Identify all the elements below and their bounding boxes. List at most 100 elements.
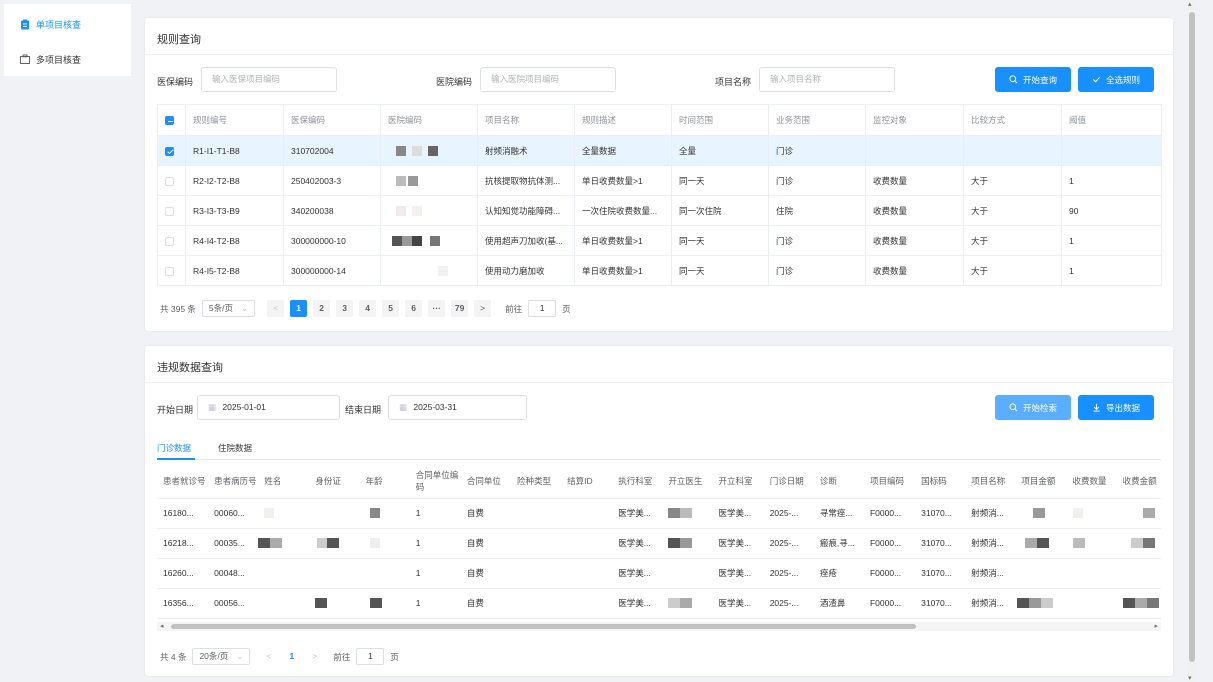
goto-page-input[interactable]: 1 (528, 300, 557, 317)
sidebar-item-multi-project[interactable]: 多项目核查 (20, 53, 81, 66)
insurance-code-input[interactable]: 输入医保项目编码 (201, 67, 337, 92)
column-header: 项目名称 (477, 104, 575, 136)
table-row[interactable]: R2-I2-T2-B8 250402003-3 抗核提取物抗体测... 单日收费… (157, 165, 1162, 196)
tab-outpatient[interactable]: 门诊数据 (157, 442, 191, 454)
redacted-block (1146, 598, 1159, 609)
next-page-button[interactable]: > (306, 648, 323, 665)
column-header: 规则编号 (185, 104, 284, 136)
row-checkbox[interactable] (165, 146, 174, 156)
table-row[interactable]: R1-I1-T1-B8 310702004 射频消融术 全量数据 全量 门诊 (157, 135, 1162, 166)
age-cell (359, 588, 410, 619)
horizontal-scroll-thumb[interactable] (171, 624, 916, 629)
charge-amount-cell (1116, 558, 1161, 589)
horizontal-scrollbar[interactable]: ◂ ▸ (157, 622, 1161, 631)
scroll-left-icon[interactable]: ◂ (160, 622, 164, 630)
row-checkbox-cell[interactable] (157, 135, 186, 166)
page-button[interactable]: 3 (336, 300, 354, 317)
vertical-scrollbar[interactable]: ▴ ▾ (1187, 0, 1197, 682)
search-icon (1009, 75, 1018, 84)
id-card-cell (309, 528, 360, 559)
record-no-cell: 00060... (208, 498, 259, 529)
redacted-block (327, 538, 340, 549)
diagnosis-cell: 瘢痕,寻... (813, 528, 864, 559)
violation-pagination: 共 4 条 20条/页 ⌄ < 1 > 前往 1 页 (160, 648, 399, 665)
page-size-select[interactable]: 20条/页 ⌄ (192, 648, 251, 665)
time-range-cell: 同一天 (671, 165, 769, 196)
row-checkbox[interactable] (165, 236, 174, 246)
page-button[interactable]: 79 (451, 300, 469, 317)
scroll-right-icon[interactable]: ▸ (1154, 622, 1158, 630)
page-button[interactable]: 4 (359, 300, 377, 317)
page-button[interactable]: 6 (405, 300, 423, 317)
page-button[interactable]: 2 (313, 300, 331, 317)
export-data-label: 导出数据 (1105, 402, 1140, 413)
end-date-input[interactable]: ▦ 2025-03-31 (388, 395, 527, 420)
page-button[interactable]: 5 (382, 300, 400, 317)
doctor-cell (662, 498, 713, 529)
column-header: 项目名称 (965, 464, 1016, 499)
export-data-button[interactable]: 导出数据 (1078, 395, 1154, 420)
open-dept-cell: 医学美... (712, 588, 764, 619)
chevron-down-icon: ⌄ (241, 303, 249, 313)
scroll-up-icon[interactable]: ▴ (1188, 0, 1192, 8)
project-name-input[interactable]: 输入项目名称 (759, 67, 895, 92)
start-query-button[interactable]: 开始查询 (995, 67, 1071, 92)
redacted-block (430, 235, 440, 246)
data-tabs: 门诊数据 住院数据 (157, 438, 1161, 460)
rule-id-cell: R4-I5-T2-B8 (185, 255, 284, 286)
table-row[interactable]: R4-I4-T2-B8 300000000-10 使用超声刀加收(基... 单日… (157, 225, 1162, 256)
table-row[interactable]: 16356... 00056... 1 自费 医学美... 医学美... 202… (157, 588, 1161, 619)
row-checkbox-cell[interactable] (157, 195, 186, 226)
rule-table: 规则编号 医保编码 医院编码 项目名称 规则描述 时间范围 业务范围 监控对象 … (157, 104, 1162, 286)
page-button[interactable]: 1 (290, 300, 308, 317)
next-page-button[interactable]: > (474, 300, 492, 317)
table-row[interactable]: 16218... 00035... 1 自费 医学美... 医学美... 202… (157, 528, 1161, 559)
insurance-code-cell: 250402003-3 (283, 165, 381, 196)
redacted-block (412, 145, 422, 156)
column-header: 收费数量 (1066, 464, 1117, 499)
page-button[interactable]: 1 (283, 648, 300, 665)
row-checkbox[interactable] (165, 266, 174, 276)
vertical-scroll-thumb[interactable] (1189, 12, 1195, 662)
contract-unit-cell: 自费 (460, 528, 511, 559)
settlement-id-cell (561, 528, 613, 559)
goto-page-input[interactable]: 1 (356, 648, 385, 665)
redacted-block (428, 145, 438, 156)
item-amount-cell (1015, 558, 1067, 589)
redacted-block (680, 598, 693, 609)
business-scope-cell: 住院 (768, 195, 866, 226)
page-ellipsis-button[interactable]: ··· (428, 300, 446, 317)
table-row[interactable]: R3-I3-T3-B9 340200038 认知知觉功能障碍... 一次住院收费… (157, 195, 1162, 226)
visit-no-cell: 16356... (157, 588, 209, 619)
row-checkbox[interactable] (165, 206, 174, 216)
open-dept-cell: 医学美... (712, 558, 764, 589)
redacted-block (1072, 538, 1085, 549)
row-checkbox-cell[interactable] (157, 255, 186, 286)
threshold-cell: 1 (1061, 165, 1162, 196)
redacted-block (408, 175, 418, 186)
select-all-checkbox[interactable] (165, 116, 174, 126)
settlement-id-cell (561, 588, 613, 619)
start-search-button[interactable]: 开始检索 (995, 395, 1071, 420)
start-date-input[interactable]: ▦ 2025-01-01 (197, 395, 340, 420)
table-row[interactable]: 16260... 00048... 1 自费 医学美... 医学美... 202… (157, 558, 1161, 589)
prev-page-button[interactable]: < (260, 648, 277, 665)
row-checkbox-cell[interactable] (157, 165, 186, 196)
page-size-select[interactable]: 5条/页 ⌄ (201, 300, 256, 317)
table-row[interactable]: R4-I5-T2-B8 300000000-14 使用动力磨加收 单日收费数量>… (157, 255, 1162, 286)
select-all-rules-button[interactable]: 全选规则 (1078, 67, 1154, 92)
contract-code-cell: 1 (409, 528, 461, 559)
prev-page-button[interactable]: < (267, 300, 285, 317)
sidebar-item-single-project[interactable]: 单项目核查 (20, 18, 81, 31)
column-header: 门诊日期 (763, 464, 814, 499)
redacted-block (1072, 508, 1083, 519)
column-header: 项目金额 (1015, 464, 1067, 499)
row-checkbox-cell[interactable] (157, 225, 186, 256)
tab-inpatient[interactable]: 住院数据 (218, 442, 252, 454)
row-checkbox[interactable] (165, 176, 174, 186)
table-row[interactable]: 16180... 00060... 1 自费 医学美... 医学美... 202… (157, 498, 1161, 529)
select-all-checkbox-cell[interactable] (157, 104, 186, 136)
exec-dept-cell: 医学美... (612, 498, 663, 529)
scroll-down-icon[interactable]: ▾ (1188, 674, 1192, 682)
hospital-code-input[interactable]: 输入医院项目编码 (480, 67, 616, 92)
